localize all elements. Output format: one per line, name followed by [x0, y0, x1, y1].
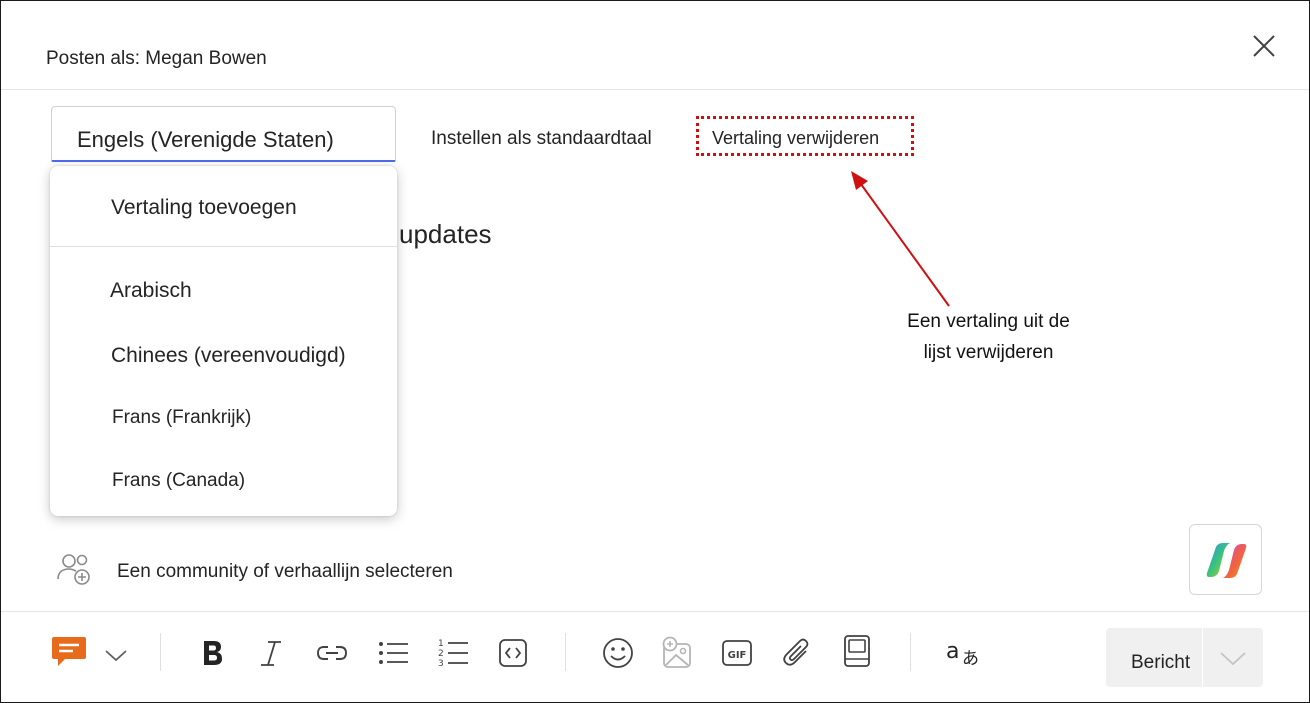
svg-text:2: 2 — [438, 649, 444, 659]
link-icon — [317, 646, 347, 660]
editor-body-text[interactable]: updates — [399, 219, 492, 250]
attach-icon — [783, 638, 809, 666]
image-icon — [662, 636, 691, 668]
language-option-french-france[interactable]: Frans (Frankrijk) — [50, 407, 397, 429]
svg-text:GIF: GIF — [728, 650, 747, 661]
annotation-arrow — [851, 171, 950, 307]
toolbar-divider — [1, 611, 1309, 612]
image-button[interactable] — [659, 635, 695, 671]
post-type-icon — [52, 637, 86, 666]
bold-icon — [204, 641, 222, 665]
attach-button[interactable] — [779, 635, 815, 671]
remove-translation-button[interactable]: Vertaling verwijderen — [696, 116, 914, 156]
gif-icon: GIF — [722, 640, 752, 666]
svg-text:3: 3 — [438, 659, 444, 669]
link-button[interactable] — [314, 635, 350, 671]
toolbar-separator — [565, 633, 566, 671]
translate-button[interactable]: a あ — [944, 635, 984, 671]
svg-text:あ: あ — [962, 649, 979, 669]
close-button[interactable] — [1249, 31, 1279, 61]
language-dropdown: Vertaling toevoegen Arabisch Chinees (ve… — [50, 166, 397, 516]
close-icon — [1253, 35, 1275, 57]
code-button[interactable] — [495, 635, 531, 671]
translate-icon: a あ — [946, 639, 979, 669]
send-button-label: Bericht — [1131, 652, 1191, 673]
toolbar-separator — [910, 633, 911, 671]
language-select[interactable]: Engels (Verenigde Staten) — [51, 106, 396, 162]
header-divider — [1, 89, 1309, 90]
chevron-down-icon — [105, 650, 127, 662]
svg-text:a: a — [946, 639, 959, 664]
emoji-button[interactable] — [600, 635, 636, 671]
add-translation-option[interactable]: Vertaling toevoegen — [50, 196, 397, 220]
code-icon — [499, 639, 527, 667]
svg-text:1: 1 — [438, 639, 444, 649]
post-type-dropdown[interactable] — [98, 637, 134, 673]
emoji-icon — [603, 638, 633, 668]
language-option-chinese-simplified[interactable]: Chinees (vereenvoudigd) — [50, 344, 397, 368]
annotation-line-2: lijst verwijderen — [923, 342, 1054, 363]
bold-button[interactable] — [194, 635, 230, 671]
select-community-button[interactable]: Een community of verhaallijn selecteren — [117, 561, 453, 583]
annotation-line-1: Een vertaling uit de — [907, 311, 1070, 332]
compose-dialog: Posten als: Megan Bowen Engels (Verenigd… — [0, 0, 1310, 703]
gif-button[interactable]: GIF — [719, 635, 755, 671]
bullet-list-button[interactable] — [375, 635, 411, 671]
copilot-icon — [1206, 543, 1247, 578]
italic-icon — [261, 641, 281, 666]
language-option-arabic[interactable]: Arabisch — [50, 279, 397, 303]
numbered-list-icon: 1 2 3 — [438, 639, 468, 669]
numbered-list-button[interactable]: 1 2 3 — [435, 635, 471, 671]
annotation-text: Een vertaling uit de lijst verwijderen — [881, 306, 1096, 368]
people-add-icon — [57, 554, 90, 585]
sticker-icon — [844, 635, 870, 667]
language-option-french-canada[interactable]: Frans (Canada) — [50, 470, 397, 492]
copilot-button[interactable] — [1189, 524, 1262, 595]
toolbar-separator — [160, 633, 161, 671]
post-type-button[interactable] — [51, 633, 87, 669]
send-button[interactable]: Bericht — [1106, 628, 1263, 687]
post-as-title: Posten als: Megan Bowen — [46, 48, 267, 69]
italic-button[interactable] — [253, 635, 289, 671]
chevron-down-icon[interactable] — [1218, 645, 1248, 671]
bullet-list-icon — [379, 642, 408, 664]
remove-translation-label: Vertaling verwijderen — [712, 128, 880, 148]
set-default-language-button[interactable]: Instellen als standaardtaal — [431, 128, 652, 150]
dropdown-divider — [50, 246, 397, 247]
send-button-split — [1202, 628, 1203, 687]
sticker-button[interactable] — [839, 633, 875, 669]
language-select-value: Engels (Verenigde Staten) — [77, 127, 334, 152]
